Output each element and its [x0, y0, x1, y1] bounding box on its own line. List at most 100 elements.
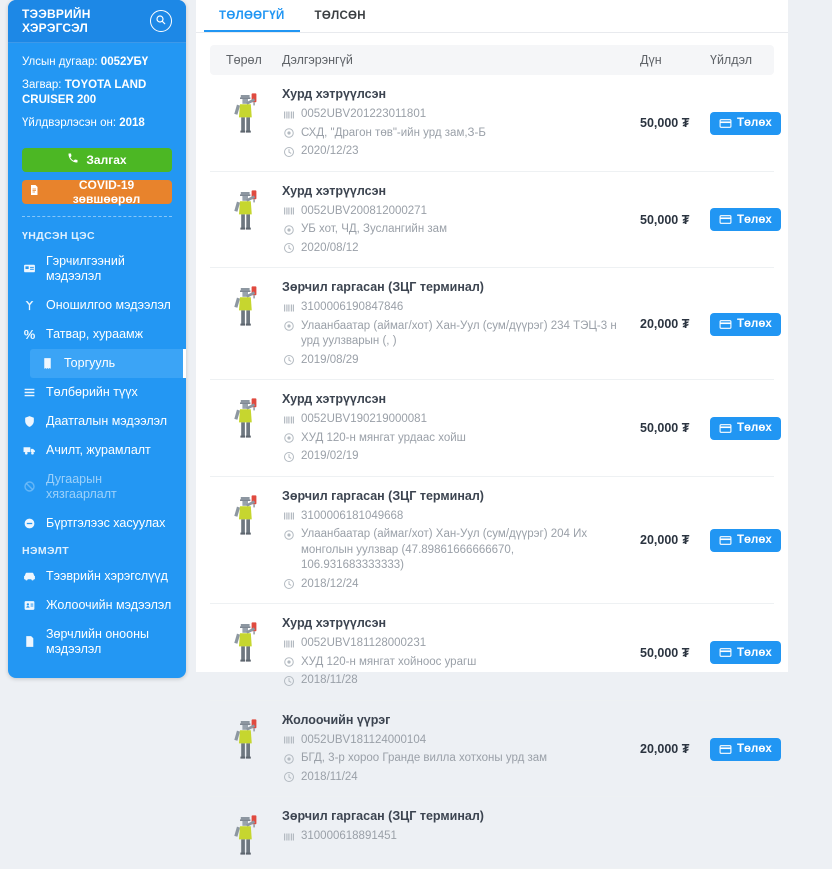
fine-date: 2020/12/23	[301, 145, 359, 158]
fine-row: Зөрчил гаргасан (ЗЦГ терминал) 310000618…	[210, 477, 781, 605]
traffic-officer-icon	[230, 718, 262, 789]
search-button[interactable]	[150, 10, 172, 32]
pay-button[interactable]: Төлөх	[710, 111, 781, 135]
pay-button[interactable]: Төлөх	[710, 737, 781, 761]
sidebar-item-label: Жолоочийн мэдээлэл	[46, 597, 172, 612]
traffic-officer-icon	[230, 285, 262, 371]
location-pin-icon	[282, 656, 295, 669]
barcode-icon	[282, 108, 295, 121]
fine-date-line: 2018/12/24	[282, 577, 630, 593]
covid-permission-button[interactable]: COVID-19 зөвшөөрөл	[22, 178, 172, 206]
file-icon	[22, 634, 37, 649]
pay-button[interactable]: Төлөх	[710, 641, 781, 665]
fine-location-line: УБ хот, ЧД, Зуслангийн зам	[282, 222, 630, 238]
receipt-icon	[40, 356, 55, 371]
pay-button-label: Төлөх	[737, 117, 772, 130]
fine-code-line: 0052UBV181128000231	[282, 636, 630, 652]
truck-icon	[22, 443, 37, 458]
fine-row: Хурд хэтрүүлсэн 0052UBV181128000231 ХУД …	[210, 604, 781, 701]
fine-title: Зөрчил гаргасан (ЗЦГ терминал)	[282, 280, 484, 295]
fine-code-line: 3100006181049668	[282, 509, 630, 525]
pay-button-label: Төлөх	[737, 743, 772, 756]
pay-button[interactable]: Төлөх	[710, 312, 781, 336]
traffic-officer-icon	[230, 397, 262, 468]
fine-location: ХУД 120-н мянгат хойноос урагш	[301, 655, 477, 668]
sidebar-item-deregistration[interactable]: Бүртгэлээс хасуулах	[8, 509, 186, 538]
fine-title: Зөрчил гаргасан (ЗЦГ терминал)	[282, 488, 484, 503]
sidebar-item-tax-fees[interactable]: % Татвар, хураамж	[8, 320, 186, 349]
sidebar-item-loading-rules[interactable]: Ачилт, журамлалт	[8, 436, 186, 465]
call-button[interactable]: Залгах	[22, 147, 172, 172]
search-icon	[155, 14, 167, 29]
col-amount: Дүн	[640, 53, 662, 67]
fine-date: 2018/12/24	[301, 577, 359, 590]
credit-card-icon	[719, 213, 732, 226]
pay-button-label: Төлөх	[737, 318, 772, 331]
fine-title: Хурд хэтрүүлсэн	[282, 616, 387, 631]
pay-button[interactable]: Төлөх	[710, 528, 781, 552]
sidebar-item-fines[interactable]: Торгууль	[30, 348, 186, 378]
fine-amount: 20,000 ₮	[640, 317, 690, 332]
fine-date-line: 2018/11/28	[282, 673, 630, 689]
sidebar-item-label: Татвар, хураамж	[46, 326, 143, 341]
fine-code-line: 0052UBV201223011801	[282, 107, 630, 123]
pay-button[interactable]: Төлөх	[710, 416, 781, 440]
fine-date: 2019/08/29	[301, 353, 359, 366]
col-type: Төрөл	[226, 53, 262, 67]
fine-amount: 50,000 ₮	[640, 645, 690, 660]
barcode-icon	[282, 734, 295, 747]
sidebar-item-vehicles[interactable]: Тээврийн хэрэгслүүд	[8, 562, 186, 591]
sidebar-title: ТЭЭВРИЙН ХЭРЭГСЭЛ	[22, 7, 91, 35]
fine-action-cell: Төлөх	[696, 486, 781, 596]
fine-code: 0052UBV200812000271	[301, 204, 427, 217]
fine-code-line: 3100006190847846	[282, 300, 630, 316]
fines-panel: ТӨЛӨӨГҮЙ ТӨЛСӨН Төрөл Дэлгэрэнгүй Дүн Үй…	[196, 0, 788, 869]
sidebar-item-label: Торгууль	[64, 355, 116, 370]
location-pin-icon	[282, 320, 295, 333]
fine-details: Хурд хэтрүүлсэн 0052UBV181128000231 ХУД …	[282, 613, 630, 692]
fine-action-cell: Төлөх	[696, 181, 781, 260]
fine-type-cell	[210, 710, 282, 789]
fine-date-line: 2020/08/12	[282, 241, 630, 257]
fine-type-cell	[210, 806, 282, 860]
sidebar-item-insurance-info[interactable]: Даатгалын мэдээлэл	[8, 407, 186, 436]
car-icon	[22, 569, 37, 584]
col-action: Үйлдэл	[710, 53, 753, 67]
sidebar-item-diagnostic-info[interactable]: Оношилгоо мэдээлэл	[8, 291, 186, 320]
credit-card-icon	[719, 646, 732, 659]
fine-title: Хурд хэтрүүлсэн	[282, 87, 387, 101]
tab-unpaid[interactable]: ТӨЛӨӨГҮЙ	[204, 0, 300, 32]
sidebar-item-label: Гэрчилгээний мэдээлэл	[46, 253, 125, 283]
pay-button[interactable]: Төлөх	[710, 208, 781, 232]
sidebar-item-label: Даатгалын мэдээлэл	[46, 413, 168, 428]
sidebar-item-penalty-points-info[interactable]: Зөрчлийн онооны мэдээлэл	[8, 620, 186, 664]
fine-date: 2020/08/12	[301, 241, 359, 254]
barcode-icon	[282, 413, 295, 426]
fine-title: Хурд хэтрүүлсэн	[282, 392, 387, 407]
sidebar-item-number-restriction[interactable]: Дугаарын хязгаарлалт	[8, 465, 186, 509]
fine-details: Жолоочийн үүрэг 0052UBV181124000104 БГД,…	[282, 710, 630, 789]
fine-type-cell	[210, 486, 282, 596]
fine-code: 0052UBV181124000104	[301, 733, 427, 746]
sidebar-menu: ҮНДСЭН ЦЭС Гэрчилгээний мэдээлэл Оношилгоо…	[8, 223, 186, 664]
pay-button-label: Төлөх	[737, 422, 772, 435]
fine-details: Зөрчил гаргасан (ЗЦГ терминал) 310000618…	[282, 806, 630, 860]
sidebar-item-certificate-info[interactable]: Гэрчилгээний мэдээлэл	[8, 247, 186, 291]
tab-paid[interactable]: ТӨЛСӨН	[300, 0, 381, 32]
sidebar-item-payment-history[interactable]: Төлбөрийн түүх	[8, 378, 186, 407]
traffic-officer-icon	[230, 814, 262, 860]
fine-location-line: БГД, 3-р хороо Гранде вилла хотхоны урд …	[282, 751, 630, 767]
model-line: Загвар: TOYOTA LAND CRUISER 200	[22, 79, 147, 106]
fine-date: 2019/02/19	[301, 450, 359, 463]
barcode-icon	[282, 205, 295, 218]
list-icon	[22, 385, 37, 400]
fine-details: Зөрчил гаргасан (ЗЦГ терминал) 310000618…	[282, 486, 630, 596]
traffic-officer-icon	[230, 494, 262, 596]
pay-button-label: Төлөх	[737, 646, 772, 659]
fine-location-line: ХУД 120-н мянгат урдаас хойш	[282, 431, 630, 447]
fine-amount: 50,000 ₮	[640, 116, 690, 131]
fine-amount: 50,000 ₮	[640, 212, 690, 227]
clock-icon	[282, 145, 295, 158]
sidebar-item-driver-info[interactable]: Жолоочийн мэдээлэл	[8, 591, 186, 620]
sidebar-item-label: Оношилгоо мэдээлэл	[46, 297, 171, 312]
